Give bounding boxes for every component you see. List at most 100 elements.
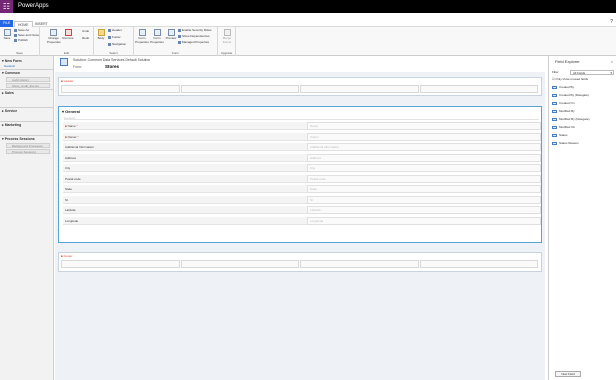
nav-new-form[interactable]: ▾ New Form xyxy=(2,59,22,63)
redo-label: Redo xyxy=(82,36,90,40)
field-label: Postal code xyxy=(63,174,307,183)
field-icon xyxy=(552,125,557,129)
header-section-label: Header xyxy=(63,79,74,83)
field-label: Longitude xyxy=(63,216,307,225)
managed-properties-button[interactable]: Managed Properties xyxy=(178,40,209,44)
form-field-row[interactable]: ■ Name * Name xyxy=(63,122,541,130)
top-bar: ☷ PowerApps xyxy=(0,0,616,13)
nav-item-show-audit-events[interactable]: Show_Audit_Events xyxy=(6,83,50,88)
footer-cell[interactable] xyxy=(61,260,180,268)
undo-button[interactable]: Undo xyxy=(82,29,89,33)
nav-divider xyxy=(0,135,54,136)
field-list-item[interactable]: Created On xyxy=(552,99,614,107)
field-label-text: Additional Information xyxy=(65,145,95,149)
field-input[interactable]: St xyxy=(307,195,541,204)
form-field-row[interactable]: City City xyxy=(63,164,541,172)
field-input[interactable]: Name xyxy=(307,122,541,130)
help-icon[interactable]: ? xyxy=(610,19,613,25)
form-field-row[interactable]: Postal code Postal code xyxy=(63,174,541,183)
nav-process-sessions[interactable]: ▾ Process Sessions xyxy=(2,137,35,141)
header-section[interactable]: ■ Header xyxy=(58,77,542,96)
navigation-button[interactable]: Navigation xyxy=(108,42,126,46)
form-field-row[interactable]: State State xyxy=(63,185,541,193)
save-button[interactable]: Save xyxy=(1,29,13,41)
field-input[interactable]: Postal code xyxy=(307,174,541,183)
footer-icon xyxy=(108,35,111,39)
header-icon xyxy=(108,28,111,32)
save-close-button[interactable]: Save and Close xyxy=(14,33,39,37)
header-cell[interactable] xyxy=(61,85,180,93)
nav-marketing[interactable]: ▸ Marketing xyxy=(2,123,21,127)
form-properties-2-button[interactable]: Form Properties xyxy=(150,29,164,44)
filter-label: Filter xyxy=(552,70,559,74)
new-field-button[interactable]: New Field xyxy=(555,371,581,377)
nav-sales[interactable]: ▸ Sales xyxy=(2,91,14,95)
save-as-button[interactable]: Save As xyxy=(14,28,29,32)
header-cell[interactable] xyxy=(180,85,299,93)
nav-sales-label: Sales xyxy=(4,91,14,95)
field-list-item[interactable]: Created By xyxy=(552,83,614,91)
field-input[interactable]: Longitude xyxy=(307,216,541,225)
nav-item-audit-history[interactable]: Audit History xyxy=(6,77,50,82)
redo-button[interactable]: Redo xyxy=(82,36,89,40)
general-tab[interactable]: ▾ General General ■ Name * Name ■ Owner * O… xyxy=(58,106,542,243)
field-input[interactable]: Owner xyxy=(307,132,541,141)
nav-item-background-processes[interactable]: Background Processes xyxy=(6,143,50,148)
field-icon xyxy=(552,141,557,145)
form-field-row[interactable]: Additional Information Additional Informa… xyxy=(63,143,541,151)
footer-cell[interactable] xyxy=(180,260,299,268)
undo-label: Undo xyxy=(82,29,90,33)
close-icon[interactable]: × xyxy=(611,59,613,64)
save-as-label: Save As xyxy=(18,28,30,32)
footer-section-label: Footer xyxy=(63,254,73,258)
form-canvas: ■ Header ▾ General General ■ Name * Name ■… xyxy=(55,72,545,380)
nav-common[interactable]: ▾ Common xyxy=(2,71,20,75)
waffle-icon[interactable]: ☷ xyxy=(0,0,13,13)
form-field-row[interactable]: St St xyxy=(63,195,541,204)
form-field-row[interactable]: Latitude Latitude xyxy=(63,206,541,214)
field-list-item[interactable]: Modified By xyxy=(552,107,614,115)
merge-forms-label: Merge Forms xyxy=(222,36,232,44)
field-input[interactable]: City xyxy=(307,164,541,172)
form-field-row[interactable]: Address Address xyxy=(63,153,541,162)
form-field-row[interactable]: Longitude Longitude xyxy=(63,216,541,225)
filter-select[interactable]: All Fields ▾ xyxy=(570,70,614,75)
field-input[interactable]: Latitude xyxy=(307,206,541,214)
enable-security-roles-button[interactable]: Enable Security Roles xyxy=(178,28,212,32)
field-input[interactable]: Address xyxy=(307,153,541,162)
managed-properties-label: Managed Properties xyxy=(182,40,210,44)
publish-button[interactable]: Publish xyxy=(14,38,28,42)
field-input[interactable]: State xyxy=(307,185,541,193)
only-unused-checkbox[interactable]: ☑ Only show unused fields xyxy=(552,77,588,81)
form-properties-button[interactable]: Form Properties xyxy=(135,29,149,44)
footer-cell[interactable] xyxy=(300,260,419,268)
remove-button[interactable]: Remove xyxy=(62,29,74,41)
enable-security-roles-label: Enable Security Roles xyxy=(182,28,212,32)
header-cell[interactable] xyxy=(300,85,419,93)
body-button[interactable]: Body xyxy=(96,29,106,41)
preview-button[interactable]: Preview xyxy=(165,29,177,41)
header-button[interactable]: Header xyxy=(108,28,122,32)
nav-service[interactable]: ▸ Service xyxy=(2,109,17,113)
show-dependencies-button[interactable]: Show Dependencies xyxy=(178,34,210,38)
form-field-row[interactable]: ■ Owner * Owner xyxy=(63,132,541,141)
field-list-item[interactable]: Status xyxy=(552,131,614,139)
ribbon-tabs: FILE HOME INSERT xyxy=(0,20,616,27)
field-list-item[interactable]: Modified By (Delegate) xyxy=(552,115,614,123)
change-properties-button[interactable]: Change Properties xyxy=(47,29,61,44)
field-list-item[interactable]: Modified On xyxy=(552,123,614,131)
field-input[interactable]: Additional Information xyxy=(307,143,541,151)
form-label: Form: xyxy=(73,65,83,69)
merge-forms-button[interactable]: Merge Forms xyxy=(220,29,234,44)
nav-general[interactable]: General xyxy=(4,64,15,68)
general-tab-label: General xyxy=(65,109,81,114)
footer-cell[interactable] xyxy=(419,260,538,268)
field-list-item[interactable]: Created By (Delegate) xyxy=(552,91,614,99)
field-list-item[interactable]: Status Reason xyxy=(552,139,614,147)
footer-button[interactable]: Footer xyxy=(108,35,121,39)
header-cell[interactable] xyxy=(419,85,538,93)
required-asterisk: * xyxy=(75,124,78,128)
tab-file[interactable]: FILE xyxy=(0,20,13,27)
nav-item-process-sessions[interactable]: Process Sessions xyxy=(6,149,50,154)
footer-section[interactable]: ■ Footer xyxy=(58,252,542,272)
